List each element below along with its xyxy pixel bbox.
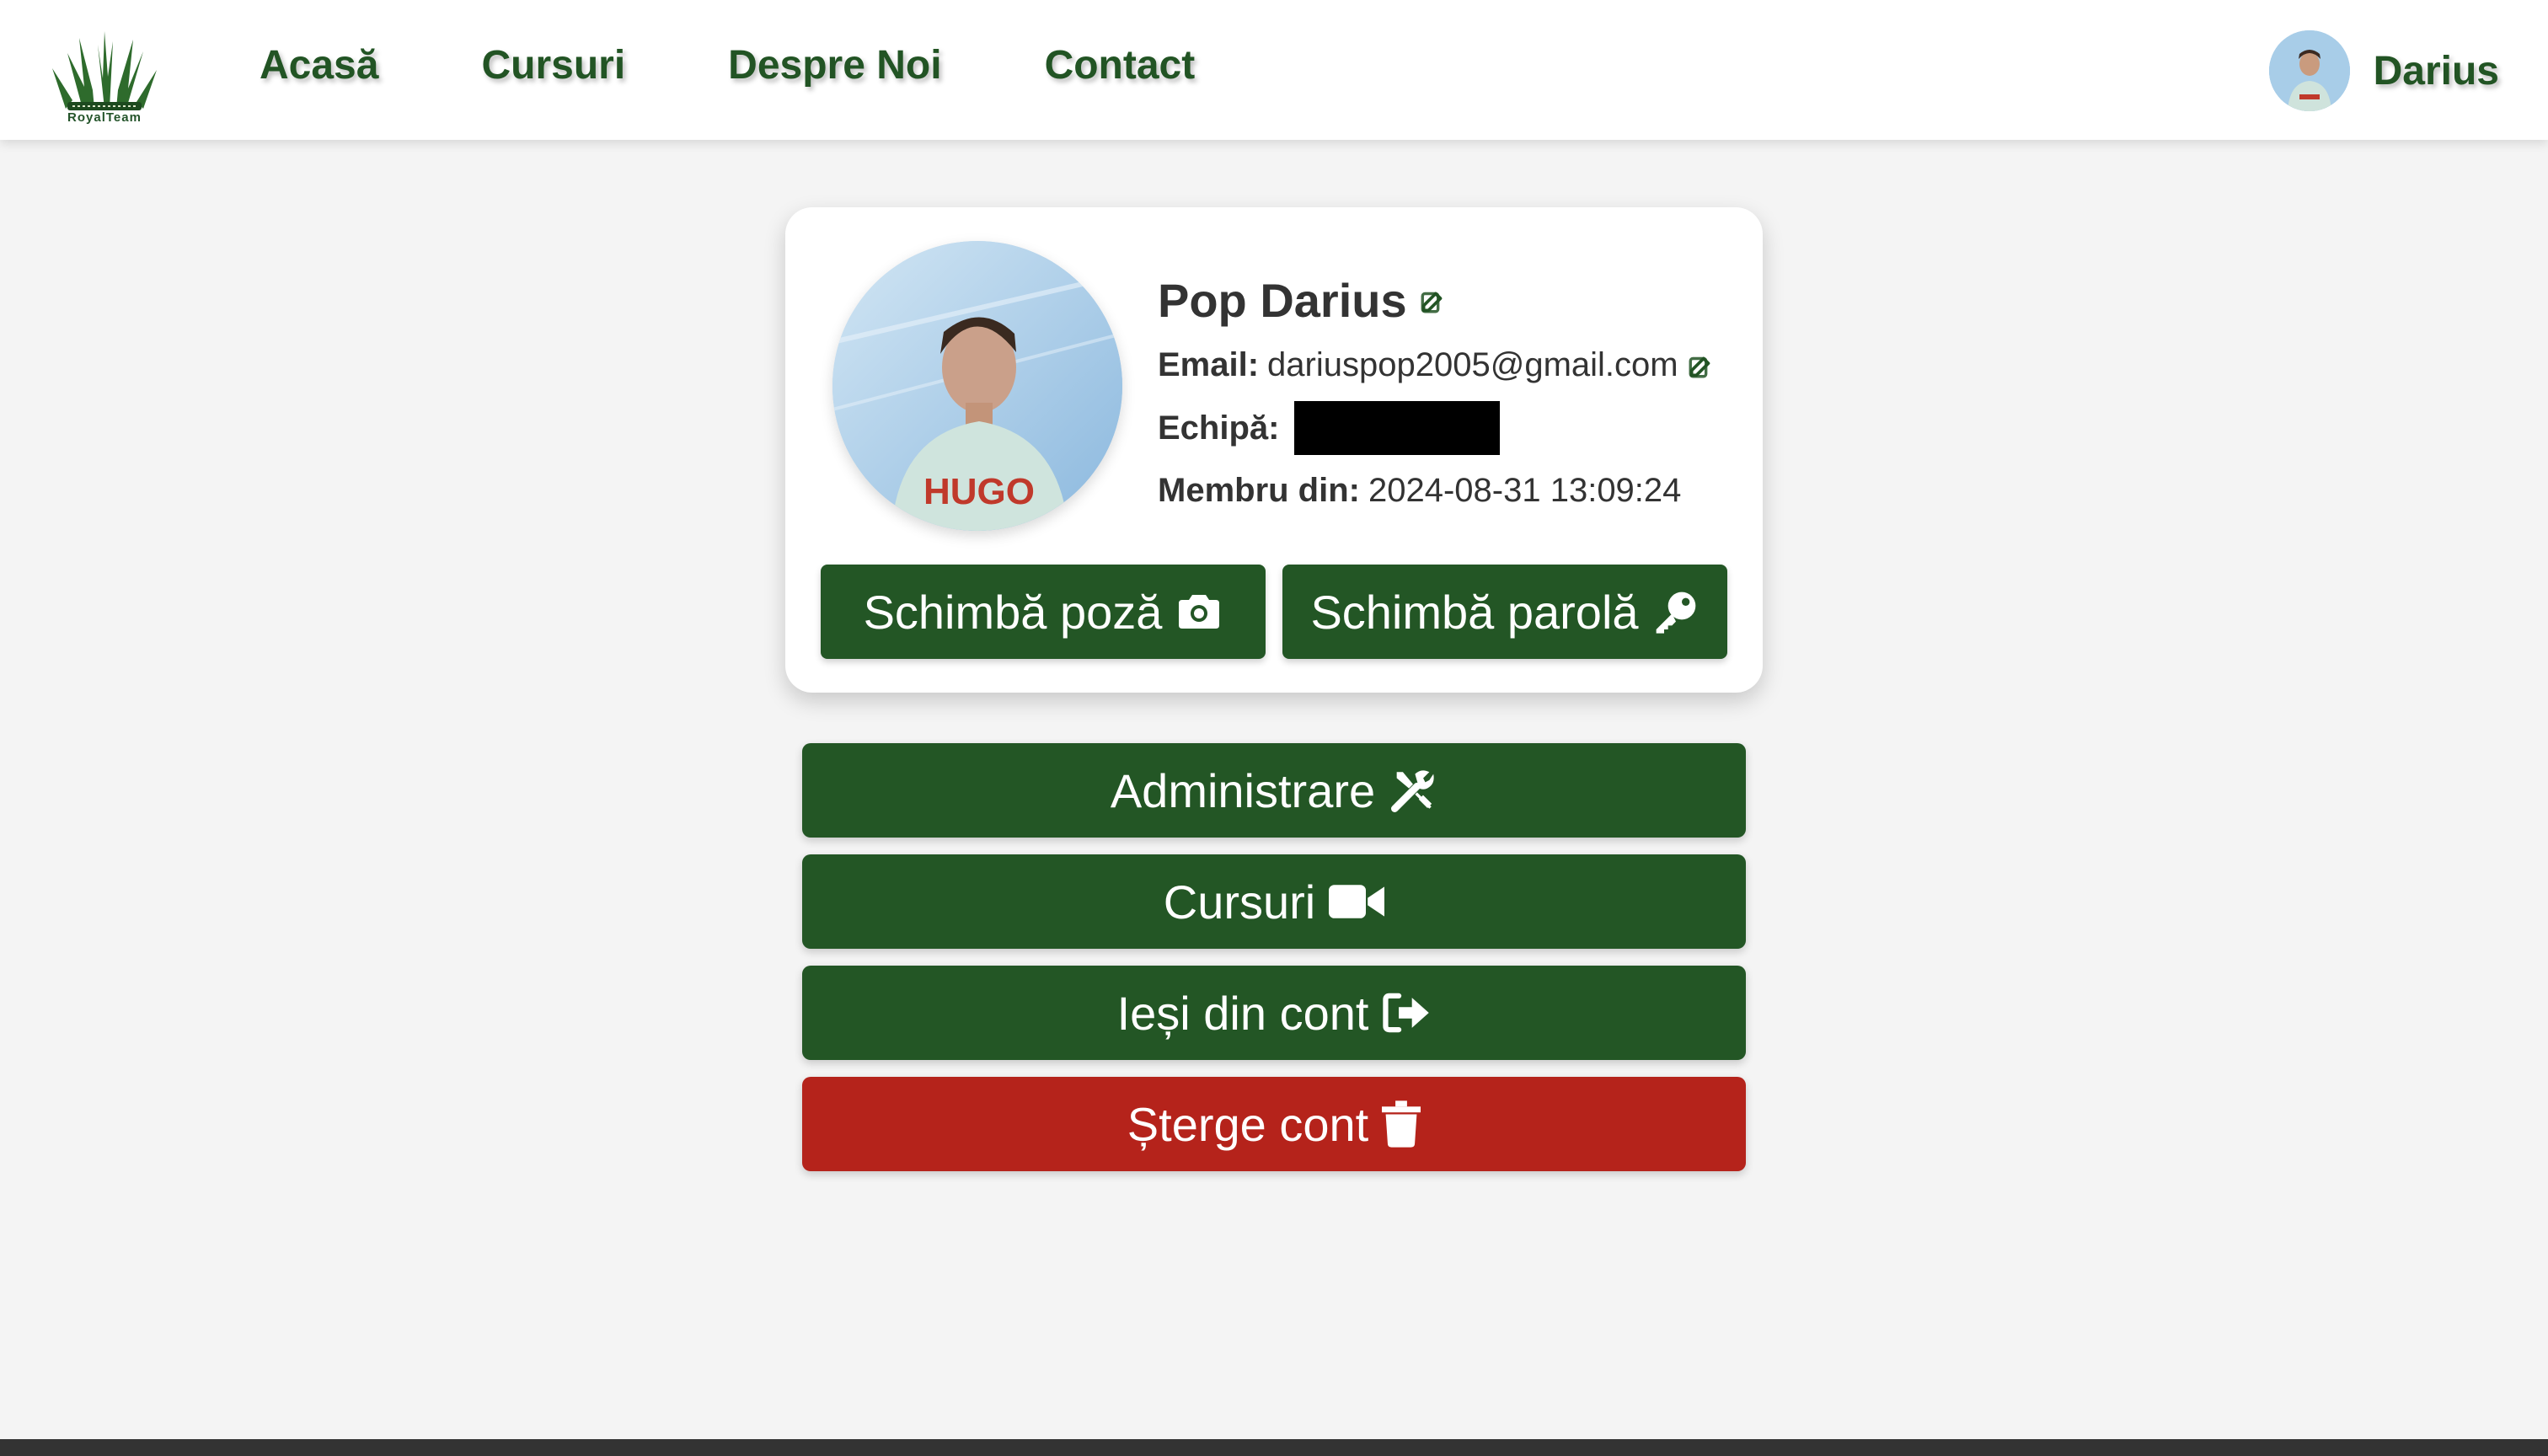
edit-icon[interactable] <box>1419 286 1448 315</box>
key-icon <box>1656 592 1695 634</box>
member-since-value: 2024-08-31 13:09:24 <box>1368 472 1682 509</box>
member-since-label: Membru din: <box>1158 472 1360 509</box>
team-value-redacted <box>1294 401 1501 455</box>
admin-label: Administrare <box>1110 763 1376 817</box>
profile-card: HUGO Pop Darius Email: dariuspop2005@gma… <box>785 207 1763 693</box>
user-photo-icon <box>2268 30 2350 111</box>
user-menu[interactable]: Darius <box>2268 30 2499 111</box>
camera-icon <box>1179 595 1220 629</box>
shirt-text: HUGO <box>923 471 1035 512</box>
profile-photo-icon: HUGO <box>832 241 1122 531</box>
royalteam-logo[interactable]: RoyalTeam <box>49 20 160 125</box>
email-row: Email: dariuspop2005@gmail.com <box>1158 346 1748 384</box>
logo-text: RoyalTeam <box>67 110 142 125</box>
change-password-button[interactable]: Schimbă parolă <box>1282 565 1727 659</box>
member-since-row: Membru din: 2024-08-31 13:09:24 <box>1158 472 1748 510</box>
tools-icon <box>1391 770 1434 812</box>
change-photo-label: Schimbă poză <box>863 585 1163 639</box>
grass-logo-icon <box>52 31 157 110</box>
logout-label: Ieși din cont <box>1116 986 1369 1040</box>
top-navbar: RoyalTeam Acasă Cursuri Despre Noi Conta… <box>0 0 2548 140</box>
avatar[interactable] <box>2268 30 2350 111</box>
nav-link-contact[interactable]: Contact <box>1045 42 1196 88</box>
logout-button[interactable]: Ieși din cont <box>802 966 1746 1060</box>
change-photo-button[interactable]: Schimbă poză <box>821 565 1266 659</box>
profile-info: Pop Darius Email: dariuspop2005@gmail.co… <box>1158 273 1748 510</box>
change-password-label: Schimbă parolă <box>1310 585 1639 639</box>
edit-email-icon[interactable] <box>1687 351 1716 380</box>
main-nav: Acasă Cursuri Despre Noi Contact <box>260 42 1298 88</box>
courses-label: Cursuri <box>1163 875 1316 929</box>
delete-account-button[interactable]: Șterge cont <box>802 1077 1746 1171</box>
email-value: dariuspop2005@gmail.com <box>1267 346 1678 383</box>
nav-link-home[interactable]: Acasă <box>260 42 378 88</box>
nav-link-about[interactable]: Despre Noi <box>728 42 941 88</box>
team-row: Echipă: <box>1158 401 1748 455</box>
profile-photo: HUGO <box>832 241 1122 531</box>
user-name[interactable]: Darius <box>2374 48 2499 94</box>
video-icon <box>1329 885 1385 918</box>
team-label: Echipă: <box>1158 409 1280 447</box>
profile-name: Pop Darius <box>1158 274 1407 327</box>
courses-button[interactable]: Cursuri <box>802 854 1746 949</box>
email-label: Email: <box>1158 346 1260 383</box>
admin-button[interactable]: Administrare <box>802 743 1746 838</box>
nav-link-courses[interactable]: Cursuri <box>481 42 625 88</box>
trash-icon <box>1382 1100 1421 1148</box>
footer-strip <box>0 1439 2548 1456</box>
profile-name-row: Pop Darius <box>1158 273 1748 328</box>
delete-account-label: Șterge cont <box>1127 1097 1369 1151</box>
logout-icon <box>1383 993 1430 1033</box>
